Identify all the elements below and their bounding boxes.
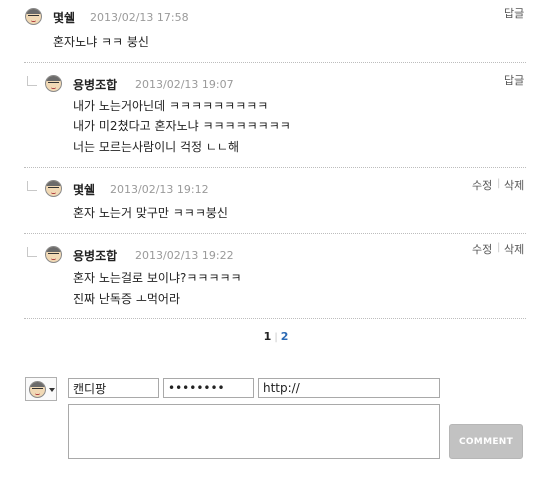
comment-divider <box>24 167 526 168</box>
avatar-picker[interactable] <box>25 377 57 401</box>
comment-text-line: 혼자 노는거 맞구만 ㅋㅋㅋ붕신 <box>73 206 228 220</box>
comment-divider <box>24 318 526 319</box>
comment-date: 2013/02/13 17:58 <box>90 11 189 24</box>
comment-date: 2013/02/13 19:12 <box>110 183 209 196</box>
reply-button[interactable]: 답글 <box>504 72 524 88</box>
reply-indent-icon <box>27 247 37 257</box>
comment-author: 몇쉘 <box>73 183 96 197</box>
reply-indent-icon <box>27 181 37 191</box>
page-link[interactable]: 2 <box>278 330 292 343</box>
comment-author: 용병조합 <box>73 78 118 92</box>
comment-submit-button[interactable]: COMMENT <box>449 424 523 459</box>
comment-text-line: 너는 모르는사람이니 걱정 ㄴㄴ해 <box>73 140 240 154</box>
comment-divider <box>24 233 526 234</box>
edit-button[interactable]: 수정 <box>472 241 492 257</box>
comment-textarea[interactable] <box>68 404 440 459</box>
page-current: 1 <box>263 330 272 343</box>
action-separator: | <box>497 242 501 253</box>
comment-author: 용병조합 <box>73 249 118 263</box>
avatar-icon <box>45 246 62 263</box>
delete-button[interactable]: 삭제 <box>504 241 524 257</box>
reply-button[interactable]: 답글 <box>504 5 524 21</box>
avatar-icon <box>45 180 62 197</box>
url-input[interactable] <box>258 378 440 398</box>
comment-date: 2013/02/13 19:22 <box>135 249 234 262</box>
comment-divider <box>24 62 526 63</box>
comment-author: 몇쉘 <box>53 11 76 25</box>
comment-text-line: 혼자 노는걸로 보이냐?ㅋㅋㅋㅋㅋ <box>73 271 242 285</box>
comment-text-line: 혼자노냐 ㅋㅋ 붕신 <box>53 35 149 49</box>
comment-text-line: 진짜 난독증 ㅗ먹어라 <box>73 292 180 306</box>
reply-indent-icon <box>27 76 37 86</box>
avatar-icon <box>45 75 62 92</box>
comment-text-line: 내가 노는거아닌데 ㅋㅋㅋㅋㅋㅋㅋㅋㅋ <box>73 99 269 113</box>
pagination: 1 | 2 <box>0 330 552 343</box>
action-separator: | <box>497 178 501 189</box>
edit-button[interactable]: 수정 <box>472 177 492 193</box>
delete-button[interactable]: 삭제 <box>504 177 524 193</box>
caret-down-icon <box>49 388 55 392</box>
name-input[interactable] <box>68 378 159 398</box>
comment-date: 2013/02/13 19:07 <box>135 78 234 91</box>
avatar-icon <box>25 8 42 25</box>
password-input[interactable] <box>163 378 254 398</box>
avatar-icon <box>29 381 46 398</box>
comment-text-line: 내가 미2쳤다고 혼자노냐 ㅋㅋㅋㅋㅋㅋㅋㅋ <box>73 119 291 133</box>
